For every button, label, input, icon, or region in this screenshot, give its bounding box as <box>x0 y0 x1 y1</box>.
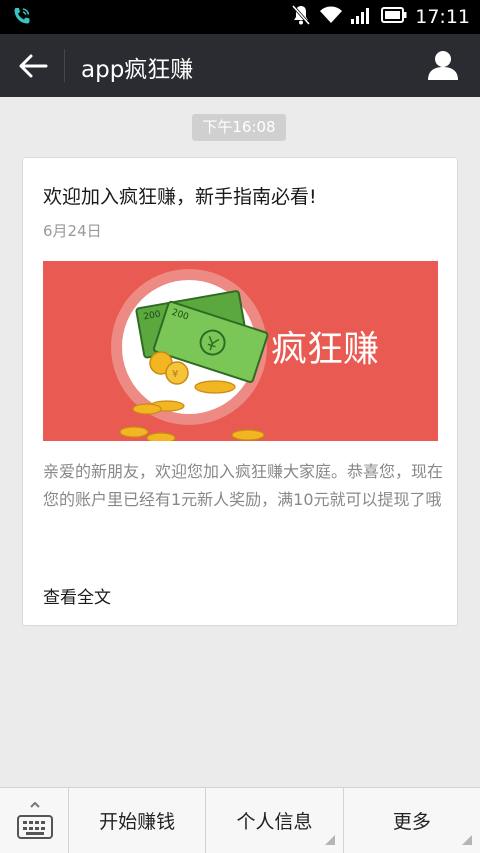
phone-call-icon <box>12 6 32 30</box>
menu-start-earning[interactable]: 开始赚钱 <box>69 788 207 853</box>
wifi-icon <box>319 5 343 29</box>
bottom-menu-bar: 开始赚钱 个人信息 更多 <box>0 787 480 853</box>
user-profile-icon[interactable] <box>426 48 460 82</box>
keyboard-icon <box>16 801 54 846</box>
signal-icon <box>351 6 373 28</box>
submenu-indicator-icon <box>461 835 472 845</box>
svg-text:¥: ¥ <box>172 369 178 380</box>
article-cover-image: 200 200 ¥ 疯狂赚 <box>43 261 438 441</box>
menu-label: 开始赚钱 <box>99 811 176 833</box>
page-title: app疯狂赚 <box>81 57 194 83</box>
status-bar: 17:11 <box>0 0 480 34</box>
mute-icon <box>291 4 311 30</box>
article-description: 亲爱的新朋友，欢迎您加入疯狂赚大家庭。恭喜您，现在您的账户里已经有1元新人奖励，… <box>43 462 444 509</box>
article-card[interactable]: 欢迎加入疯狂赚，新手指南必看! 6月24日 200 200 ¥ 疯狂赚 亲爱的新… <box>22 157 458 626</box>
message-timestamp: 下午16:08 <box>192 114 286 141</box>
nav-divider <box>64 49 65 82</box>
menu-label: 更多 <box>392 811 431 833</box>
submenu-indicator-icon <box>324 835 335 845</box>
article-title: 欢迎加入疯狂赚，新手指南必看! <box>43 186 317 208</box>
read-full-article-link[interactable]: 查看全文 <box>43 583 111 608</box>
keyboard-toggle-button[interactable] <box>0 788 69 853</box>
nav-bar: app疯狂赚 <box>0 34 480 97</box>
menu-label: 个人信息 <box>236 811 313 833</box>
battery-icon <box>381 7 407 27</box>
cover-title: 疯狂赚 <box>271 329 379 370</box>
status-time: 17:11 <box>415 6 470 28</box>
article-date: 6月24日 <box>43 222 102 240</box>
menu-more[interactable]: 更多 <box>344 788 480 853</box>
menu-personal-info[interactable]: 个人信息 <box>206 788 344 853</box>
back-arrow-icon[interactable] <box>14 51 50 81</box>
